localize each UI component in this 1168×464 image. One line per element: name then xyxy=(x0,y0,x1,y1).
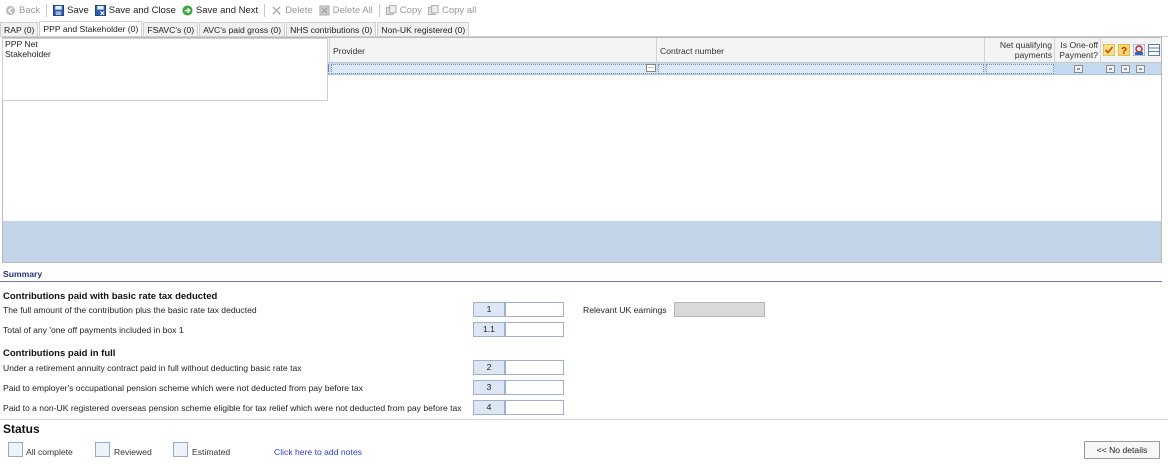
contract-number-cell[interactable] xyxy=(658,64,984,74)
delete-all-label: Delete All xyxy=(332,4,373,16)
svg-text:?: ? xyxy=(1121,46,1127,56)
row-checkbox-3[interactable] xyxy=(1136,65,1145,73)
save-label: Save xyxy=(67,4,89,16)
toolbar-divider xyxy=(378,3,380,17)
provider-ellipsis-button[interactable]: ... xyxy=(646,63,656,72)
columns-grid-icon[interactable] xyxy=(1148,44,1160,56)
one-off-line2: Payment? xyxy=(1059,49,1098,60)
status-title: Status xyxy=(3,422,40,436)
box1-1-label: Total of any 'one off payments included … xyxy=(3,325,184,335)
relevant-uk-earnings-label: Relevant UK earnings xyxy=(583,305,667,315)
net-qualifying-cell[interactable] xyxy=(986,64,1054,74)
box1-1-value[interactable] xyxy=(505,322,564,337)
estimated-label: Estimated xyxy=(192,447,231,457)
dropdown-option-stakeholder[interactable]: Stakeholder xyxy=(3,49,327,59)
help-question-icon[interactable]: ? xyxy=(1118,44,1130,56)
basic-rate-section-heading: Contributions paid with basic rate tax d… xyxy=(3,291,218,302)
tick-flag-icon[interactable] xyxy=(1103,44,1115,56)
back-label: Back xyxy=(19,4,41,16)
row-checkbox-1[interactable] xyxy=(1106,65,1115,73)
copy-all-button[interactable]: Copy all xyxy=(425,1,479,19)
box1-label: The full amount of the contribution plus… xyxy=(3,305,257,315)
save-and-close-label: Save and Close xyxy=(108,4,176,16)
net-qualifying-line2: payments xyxy=(1014,49,1052,60)
tab-ppp-stakeholder[interactable]: PPP and Stakeholder (0) xyxy=(39,21,143,37)
box3-number: 3 xyxy=(473,380,505,395)
save-and-next-label: Save and Next xyxy=(195,4,259,16)
toolbar-divider xyxy=(46,3,48,17)
dropdown-option-ppp-net[interactable]: PPP Net xyxy=(3,39,327,49)
grid-footer xyxy=(3,221,1161,262)
summary-title: Summary xyxy=(3,269,43,279)
box4-number: 4 xyxy=(473,400,505,415)
box1-number: 1 xyxy=(473,302,505,317)
save-next-icon xyxy=(182,4,193,16)
lookup-icon[interactable] xyxy=(1133,44,1145,56)
reviewed-checkbox[interactable] xyxy=(95,442,110,457)
tab-non-uk-registered[interactable]: Non-UK registered (0) xyxy=(377,22,470,37)
box1-value[interactable] xyxy=(505,302,564,317)
save-button[interactable]: Save xyxy=(50,1,92,19)
delete-x-icon xyxy=(272,5,281,15)
row-checkbox-2[interactable] xyxy=(1121,65,1130,73)
column-header-provider[interactable]: Provider xyxy=(330,38,657,63)
copy-all-label: Copy all xyxy=(441,4,477,16)
copy-button[interactable]: Copy xyxy=(383,1,425,19)
column-header-one-off[interactable]: Is One-off Payment? xyxy=(1055,38,1101,63)
tab-rap[interactable]: RAP (0) xyxy=(0,22,39,37)
copy-label: Copy xyxy=(399,4,422,16)
box2-value[interactable] xyxy=(505,360,564,375)
copy-all-icon xyxy=(427,4,439,15)
toolbar-divider xyxy=(264,3,266,17)
add-notes-link[interactable]: Click here to add notes xyxy=(274,447,362,457)
back-arrow-icon xyxy=(5,5,16,15)
delete-label: Delete xyxy=(285,4,313,16)
box3-label: Paid to employer's occupational pension … xyxy=(3,383,363,393)
summary-divider xyxy=(0,281,1162,282)
paid-in-full-section-heading: Contributions paid in full xyxy=(3,348,116,359)
one-off-checkbox[interactable] xyxy=(1074,65,1083,73)
reviewed-label: Reviewed xyxy=(114,447,152,457)
tab-strip: RAP (0) PPP and Stakeholder (0) FSAVC's … xyxy=(0,21,470,37)
delete-button[interactable]: Delete xyxy=(268,1,315,19)
delete-all-icon xyxy=(319,4,330,16)
status-divider xyxy=(0,419,1168,420)
tab-fsavc[interactable]: FSAVC's (0) xyxy=(143,22,199,37)
box4-label: Paid to a non-UK registered overseas pen… xyxy=(3,403,462,413)
column-header-contract-number[interactable]: Contract number xyxy=(657,38,985,63)
box4-value[interactable] xyxy=(505,400,564,415)
save-and-close-button[interactable]: Save and Close xyxy=(92,1,179,19)
box1-1-number: 1.1 xyxy=(473,322,505,337)
box2-number: 2 xyxy=(473,360,505,375)
provider-cell[interactable] xyxy=(331,64,656,74)
all-complete-checkbox[interactable] xyxy=(8,442,23,457)
floppy-disk-icon xyxy=(53,4,65,16)
box3-value[interactable] xyxy=(505,380,564,395)
all-complete-label: All complete xyxy=(26,447,73,457)
box2-label: Under a retirement annuity contract paid… xyxy=(3,363,302,373)
tab-nhs-contributions[interactable]: NHS contributions (0) xyxy=(286,22,377,37)
estimated-checkbox[interactable] xyxy=(173,442,188,457)
tab-avc-paid-gross[interactable]: AVC's paid gross (0) xyxy=(199,22,286,37)
no-details-button[interactable]: << No details xyxy=(1084,441,1160,459)
save-close-icon xyxy=(94,4,106,16)
column-header-net-qualifying[interactable]: Net qualifying payments xyxy=(985,38,1055,63)
relevant-uk-earnings-field xyxy=(674,302,765,317)
app-window: Back Save Save and Close Save and Next D… xyxy=(0,0,1168,464)
back-button[interactable]: Back xyxy=(2,1,43,19)
save-and-next-button[interactable]: Save and Next xyxy=(179,1,261,19)
toolbar: Back Save Save and Close Save and Next D… xyxy=(0,0,1168,20)
delete-all-button[interactable]: Delete All xyxy=(316,1,376,19)
copy-icon xyxy=(385,4,397,15)
pension-type-dropdown-list: PPP Net Stakeholder xyxy=(2,38,328,101)
